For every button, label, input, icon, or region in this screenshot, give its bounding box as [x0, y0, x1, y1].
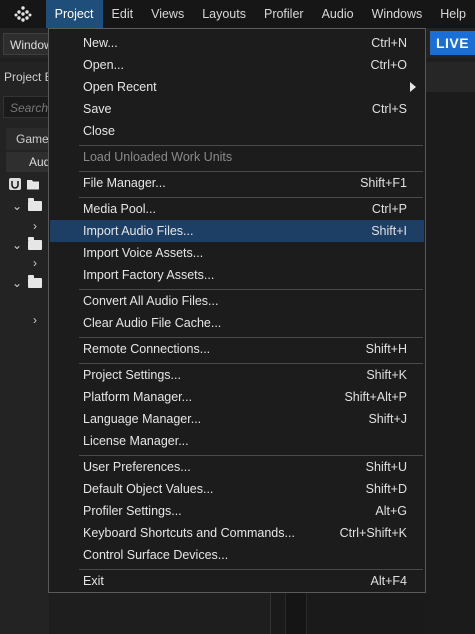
menu-item-clear-cache[interactable]: Clear Audio File Cache...: [50, 312, 424, 334]
menu-bar: Project Edit Views Layouts Profiler Audi…: [0, 0, 475, 28]
menu-project[interactable]: Project: [45, 0, 103, 28]
menu-item-shortcut: Ctrl+P: [371, 202, 407, 216]
menu-item-new[interactable]: New... Ctrl+N: [50, 32, 424, 54]
menu-item-label: License Manager...: [83, 434, 189, 448]
menu-layouts[interactable]: Layouts: [193, 0, 255, 28]
folder-icon: [28, 237, 42, 250]
chevron-right-icon[interactable]: ›: [28, 219, 42, 233]
menu-item-project-settings[interactable]: Project Settings... Shift+K: [50, 364, 424, 386]
menu-item-load-unloaded: Load Unloaded Work Units: [50, 146, 424, 168]
menu-item-shortcut: Alt+G: [375, 504, 407, 518]
menu-item-profiler-settings[interactable]: Profiler Settings... Alt+G: [50, 500, 424, 522]
menu-item-label: Exit: [83, 574, 104, 588]
menu-item-shortcut: Ctrl+S: [371, 102, 407, 116]
menu-item-label: Profiler Settings...: [83, 504, 182, 518]
menu-item-file-manager[interactable]: File Manager... Shift+F1: [50, 172, 424, 194]
menu-item-label: Media Pool...: [83, 202, 156, 216]
menu-item-label: Save: [83, 102, 112, 116]
menu-item-label: Control Surface Devices...: [83, 548, 229, 562]
menu-item-shortcut: Shift+K: [366, 368, 407, 382]
menu-item-shortcut: Shift+H: [365, 342, 407, 356]
menu-item-label: Keyboard Shortcuts and Commands...: [83, 526, 295, 540]
tree-row[interactable]: ⌄: [10, 274, 49, 292]
chevron-down-icon[interactable]: ⌄: [10, 238, 24, 252]
menu-item-label: User Preferences...: [83, 460, 191, 474]
menu-item-label: Remote Connections...: [83, 342, 211, 356]
tree-row[interactable]: ⌄: [10, 236, 49, 254]
menu-item-import-voice[interactable]: Import Voice Assets...: [50, 242, 424, 264]
menu-item-label: Platform Manager...: [83, 390, 193, 404]
menu-item-import-factory[interactable]: Import Factory Assets...: [50, 264, 424, 286]
menu-item-control-surface[interactable]: Control Surface Devices...: [50, 544, 424, 566]
window-dropdown[interactable]: Window: [3, 33, 49, 55]
menu-item-platform-manager[interactable]: Platform Manager... Shift+Alt+P: [50, 386, 424, 408]
menu-item-shortcut: Alt+F4: [370, 574, 407, 588]
chevron-down-icon[interactable]: ⌄: [10, 199, 24, 213]
menu-audio[interactable]: Audio: [313, 0, 363, 28]
menu-item-label: Open...: [83, 58, 124, 72]
menu-item-label: Import Factory Assets...: [83, 268, 215, 282]
menu-item-label: Project Settings...: [83, 368, 181, 382]
chevron-right-icon[interactable]: ›: [28, 256, 42, 270]
menu-item-shortcut: Shift+F1: [360, 176, 407, 190]
search-input[interactable]: Search: [3, 96, 49, 118]
menu-item-shortcut: Shift+J: [368, 412, 407, 426]
tree-row[interactable]: ⌄: [10, 197, 49, 215]
menu-item-remote-connections[interactable]: Remote Connections... Shift+H: [50, 338, 424, 360]
menu-item-license-manager[interactable]: License Manager...: [50, 430, 424, 452]
chevron-right-icon[interactable]: ›: [28, 313, 42, 327]
panel-title: Project E: [4, 70, 48, 84]
tab-game[interactable]: Game: [6, 128, 49, 150]
menu-item-keyboard-shortcuts[interactable]: Keyboard Shortcuts and Commands... Ctrl+…: [50, 522, 424, 544]
menu-item-shortcut: Shift+I: [371, 224, 407, 238]
menu-help[interactable]: Help: [431, 0, 475, 28]
app-logo-icon[interactable]: [0, 0, 46, 28]
menu-item-label: New...: [83, 36, 118, 50]
menu-item-shortcut: Shift+Alt+P: [344, 390, 407, 404]
bottom-splitter[interactable]: [270, 593, 431, 634]
menu-item-label: Language Manager...: [83, 412, 202, 426]
menu-item-shortcut: Ctrl+N: [371, 36, 407, 50]
menu-item-label: Import Voice Assets...: [83, 246, 204, 260]
work-unit-icon[interactable]: [8, 177, 22, 191]
menu-edit[interactable]: Edit: [103, 0, 143, 28]
menu-item-default-object-values[interactable]: Default Object Values... Shift+D: [50, 478, 424, 500]
tab-audio[interactable]: Audio: [6, 152, 49, 172]
menu-item-open[interactable]: Open... Ctrl+O: [50, 54, 424, 76]
menu-item-exit[interactable]: Exit Alt+F4: [50, 570, 424, 592]
menu-item-open-recent[interactable]: Open Recent: [50, 76, 424, 98]
menu-item-shortcut: Shift+U: [365, 460, 407, 474]
menu-profiler[interactable]: Profiler: [255, 0, 313, 28]
menu-item-label: Open Recent: [83, 80, 157, 94]
menu-item-label: Convert All Audio Files...: [83, 294, 219, 308]
menu-item-label: File Manager...: [83, 176, 166, 190]
project-dropdown-menu: New... Ctrl+N Open... Ctrl+O Open Recent…: [48, 28, 426, 593]
menu-item-media-pool[interactable]: Media Pool... Ctrl+P: [50, 198, 424, 220]
menu-views[interactable]: Views: [142, 0, 193, 28]
menu-item-import-audio[interactable]: Import Audio Files... Shift+I: [50, 220, 424, 242]
menu-item-shortcut: Ctrl+O: [370, 58, 407, 72]
menu-item-label: Load Unloaded Work Units: [83, 150, 233, 164]
menu-item-label: Clear Audio File Cache...: [83, 316, 222, 330]
menu-item-user-preferences[interactable]: User Preferences... Shift+U: [50, 456, 424, 478]
menu-item-label: Close: [83, 124, 115, 138]
live-button[interactable]: LIVE: [430, 31, 475, 55]
right-panel: [426, 62, 475, 634]
menu-windows[interactable]: Windows: [363, 0, 432, 28]
menu-item-convert-audio[interactable]: Convert All Audio Files...: [50, 290, 424, 312]
submenu-arrow-icon: [410, 82, 416, 92]
menu-item-shortcut: Ctrl+Shift+K: [339, 526, 407, 540]
folder-icon: [28, 198, 42, 211]
menu-item-label: Import Audio Files...: [83, 224, 194, 238]
menu-item-save[interactable]: Save Ctrl+S: [50, 98, 424, 120]
menu-item-label: Default Object Values...: [83, 482, 214, 496]
chevron-down-icon[interactable]: ⌄: [10, 276, 24, 290]
folder-icon[interactable]: [26, 177, 40, 191]
folder-icon: [28, 275, 42, 288]
menu-item-language-manager[interactable]: Language Manager... Shift+J: [50, 408, 424, 430]
panel-toolbar: [8, 177, 49, 193]
menu-item-shortcut: Shift+D: [365, 482, 407, 496]
menu-item-close[interactable]: Close: [50, 120, 424, 142]
